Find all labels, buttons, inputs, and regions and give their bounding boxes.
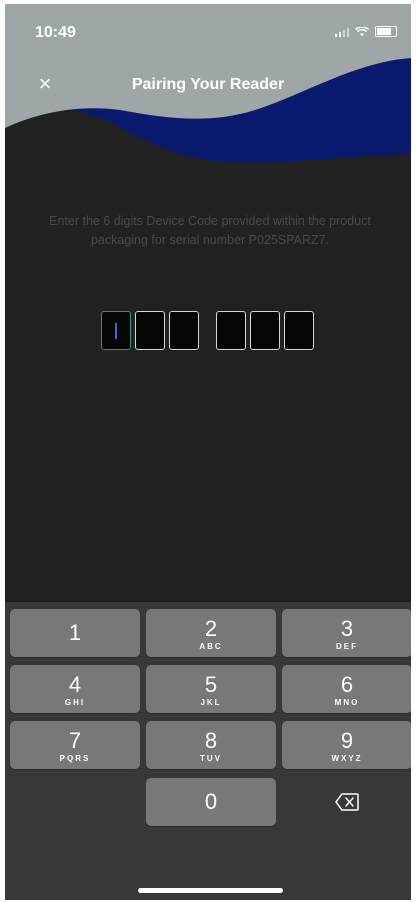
signal-icon: [335, 27, 349, 37]
key-0[interactable]: 0: [146, 778, 276, 826]
code-digit-1[interactable]: [101, 311, 131, 350]
app-screen: 10:49 × Pairing Your Reader Enter the 6 …: [5, 4, 411, 900]
code-digit-6[interactable]: [284, 311, 314, 350]
text-cursor: [115, 323, 117, 339]
wifi-icon: [355, 26, 369, 36]
code-digit-2[interactable]: [135, 311, 165, 350]
code-digit-3[interactable]: [169, 311, 199, 350]
device-code-input[interactable]: [101, 311, 318, 350]
key-6[interactable]: 6 MNO: [282, 665, 411, 713]
status-time: 10:49: [35, 24, 76, 41]
page-title: Pairing Your Reader: [131, 76, 285, 93]
key-4[interactable]: 4 GHI: [10, 665, 140, 713]
numeric-keypad: 1 2 ABC 3 DEF 4 GHI 5 JKL 6 MNO 7 PQRS 8…: [5, 602, 411, 900]
key-3[interactable]: 3 DEF: [282, 609, 411, 657]
key-1[interactable]: 1: [10, 609, 140, 657]
battery-icon: [375, 26, 397, 37]
key-5[interactable]: 5 JKL: [146, 665, 276, 713]
status-icons: [335, 26, 397, 37]
key-8[interactable]: 8 TUV: [146, 721, 276, 769]
key-2[interactable]: 2 ABC: [146, 609, 276, 657]
delete-key[interactable]: [282, 778, 411, 826]
code-digit-5[interactable]: [250, 311, 280, 350]
key-9[interactable]: 9 WXYZ: [282, 721, 411, 769]
home-indicator[interactable]: [138, 888, 283, 893]
key-7[interactable]: 7 PQRS: [10, 721, 140, 769]
instruction-text: Enter the 6 digits Device Code provided …: [49, 214, 371, 247]
backspace-icon: [335, 793, 359, 811]
code-digit-4[interactable]: [216, 311, 246, 350]
